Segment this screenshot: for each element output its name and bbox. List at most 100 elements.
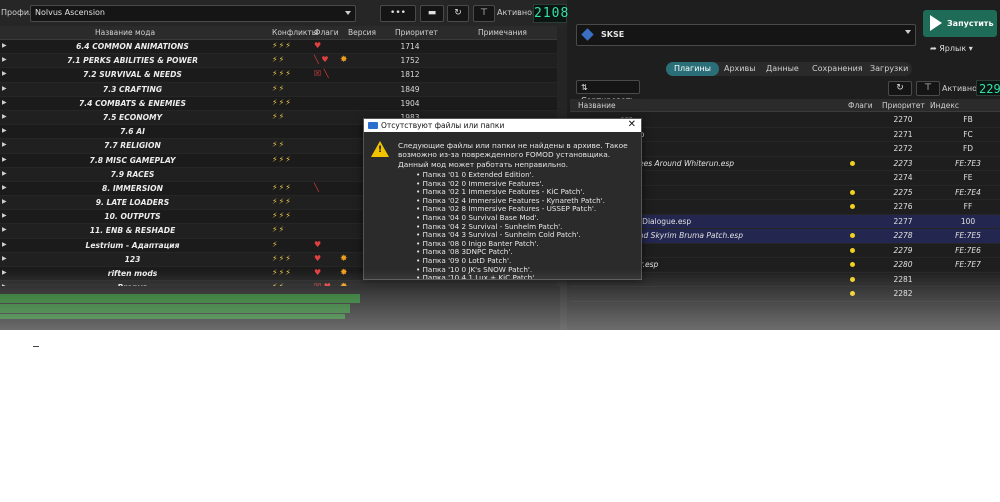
missing-items-list: Папка '01 0 Extended Edition'.Папка '02 …	[416, 170, 605, 279]
tab-data[interactable]: Данные	[766, 64, 799, 73]
plugin-priority: 2280	[893, 260, 913, 269]
plugin-priority: 2282	[893, 289, 913, 298]
plugin-priority: 2281	[893, 274, 913, 284]
selected-mod-row[interactable]	[0, 304, 350, 313]
sort-button[interactable]: ⇅ Сортировать	[576, 80, 640, 105]
conflict-icons: ⚡⚡	[272, 55, 286, 65]
light-plugin-flag-icon	[850, 160, 855, 166]
profile-dropdown[interactable]: Nolvus Ascension	[30, 5, 356, 22]
column-plugin-name[interactable]: Название	[578, 101, 616, 110]
plugin-index: FE:7E4	[955, 187, 981, 197]
shortcut-button[interactable]: ➦ Ярлык ▾	[930, 44, 973, 53]
window-icon	[368, 122, 378, 129]
plugins-filter-button[interactable]: ⊤	[916, 81, 940, 96]
mod-row[interactable]: ▶ 6.4 COMMON ANIMATIONS ⚡⚡⚡ ♥ 1714	[0, 40, 557, 55]
conflict-icons: ⚡⚡⚡	[272, 253, 292, 263]
plugins-refresh-button[interactable]: ↻	[888, 81, 912, 96]
version-icon: ✸	[340, 55, 348, 66]
version-icon: ✸	[340, 253, 348, 264]
mod-name: 7.8 MISC GAMEPLAY	[89, 155, 176, 165]
plugin-priority: 2270	[893, 115, 913, 124]
light-plugin-flag-icon	[850, 291, 855, 296]
refresh-icon: ↻	[454, 8, 462, 18]
column-version[interactable]: Версия	[348, 28, 376, 37]
mod-row[interactable]: ▶ 7.1 PERKS ABILITIES & POWER ⚡⚡ ╲ ♥ ✸ 1752	[0, 54, 557, 69]
mod-row[interactable]: ▶ 7.3 CRAFTING ⚡⚡ 1849	[0, 82, 557, 97]
conflict-icons: ⚡⚡⚡	[272, 211, 292, 221]
mod-row[interactable]: ▶ 7.4 COMBATS & ENEMIES ⚡⚡⚡ 1904	[0, 97, 557, 111]
plugin-index: FE:7E5	[955, 231, 981, 240]
mod-name: 10. OUTPUTS	[104, 212, 161, 222]
filter-button[interactable]: ⊤	[473, 5, 495, 22]
tab-plugins[interactable]: Плагины	[666, 62, 719, 76]
selected-mod-row[interactable]	[0, 294, 360, 303]
column-plugin-flags[interactable]: Флаги	[848, 101, 873, 110]
refresh-button[interactable]: ↻	[447, 5, 469, 22]
column-mod-name[interactable]: Название мода	[95, 28, 155, 37]
filter-icon: ⊤	[480, 8, 488, 18]
executable-label: SKSE	[601, 30, 625, 39]
executable-dropdown[interactable]: SKSE	[576, 24, 916, 46]
flag-icons: ♥	[314, 253, 322, 263]
tab-archives[interactable]: Архивы	[724, 64, 756, 73]
column-plugin-priority[interactable]: Приоритет	[882, 101, 925, 110]
mod-name: 8. IMMERSION	[102, 183, 163, 193]
plugins-active-label: Активно:	[942, 84, 980, 93]
mod-name: 9. LATE LOADERS	[95, 198, 170, 208]
plugin-priority: 2276	[893, 202, 913, 211]
mod-row[interactable]: ▶ 7.2 SURVIVAL & NEEDS ⚡⚡⚡ ☒ ╲ 1812	[0, 68, 557, 83]
light-plugin-flag-icon	[850, 233, 855, 238]
column-conflicts[interactable]: Конфликты	[272, 28, 318, 37]
flag-icons: ♥	[314, 41, 322, 50]
mod-name: 7.5 ECONOMY	[102, 112, 163, 122]
run-label: Запустить	[947, 19, 994, 28]
mod-name: 7.4 COMBATS & ENEMIES	[79, 98, 186, 108]
text-cursor	[33, 346, 39, 347]
chevron-down-icon: ▾	[968, 44, 973, 53]
plugin-priority: 2278	[893, 231, 913, 240]
plugin-index: FE	[963, 173, 973, 182]
dialog-message: Следующие файлы или папки не найдены в а…	[398, 141, 628, 169]
plugin-priority: 2273	[893, 158, 913, 168]
chevron-down-icon	[905, 30, 911, 34]
selected-mod-row[interactable]	[0, 314, 345, 319]
more-options-button[interactable]: •••	[380, 5, 416, 22]
filter-icon: ⊤	[924, 83, 932, 93]
plugin-table-header: Название Флаги Приоритет Индекс	[570, 99, 1000, 112]
folder-button[interactable]: ▬	[420, 5, 444, 22]
mod-name: 7.1 PERKS ABILITIES & POWER	[67, 56, 198, 66]
priority-value: 1752	[400, 56, 420, 66]
plugin-index: FF	[963, 202, 973, 211]
plugin-index: FE:7E7	[955, 260, 981, 269]
light-plugin-flag-icon	[850, 276, 855, 282]
tab-saves[interactable]: Сохранения	[812, 64, 863, 73]
priority-value: 1849	[400, 84, 420, 94]
conflict-icons: ⚡⚡	[272, 140, 286, 150]
plugin-priority: 2274	[893, 173, 913, 182]
plugin-priority: 2272	[893, 144, 913, 153]
column-notes[interactable]: Примечания	[478, 28, 527, 37]
mod-name: Lestrium - Адаптация	[85, 240, 180, 250]
plugin-priority: 2277	[893, 216, 913, 226]
mod-name: 11. ENB & RESHADE	[89, 226, 176, 236]
right-tabs: Плагины Архивы Данные Сохранения Загрузк…	[666, 62, 912, 76]
mod-name: 7.7 RELIGION	[104, 141, 161, 151]
column-plugin-index[interactable]: Индекс	[930, 101, 959, 110]
conflict-icons: ⚡⚡⚡	[272, 182, 292, 192]
tab-downloads[interactable]: Загрузки	[870, 64, 908, 73]
conflict-icons: ⚡⚡	[272, 111, 286, 121]
mod-name: 7.2 SURVIVAL & NEEDS	[83, 70, 182, 80]
run-button[interactable]: Запустить	[923, 10, 997, 37]
plugin-index: FE:7E6	[955, 245, 981, 255]
conflict-icons: ⚡⚡⚡	[272, 197, 292, 207]
close-button[interactable]: ✕	[628, 119, 636, 130]
column-flags[interactable]: Флаги	[314, 28, 339, 37]
conflict-icons: ⚡⚡	[272, 83, 286, 93]
light-plugin-flag-icon	[850, 247, 855, 253]
profile-value: Nolvus Ascension	[35, 8, 106, 17]
conflict-icons: ⚡⚡⚡	[272, 154, 292, 164]
plugin-priority: 2271	[893, 129, 913, 139]
dialog-title: Отсутствуют файлы или папки	[381, 121, 505, 130]
plugin-row[interactable]: 2282	[570, 287, 1000, 302]
column-priority[interactable]: Приоритет	[395, 28, 438, 37]
